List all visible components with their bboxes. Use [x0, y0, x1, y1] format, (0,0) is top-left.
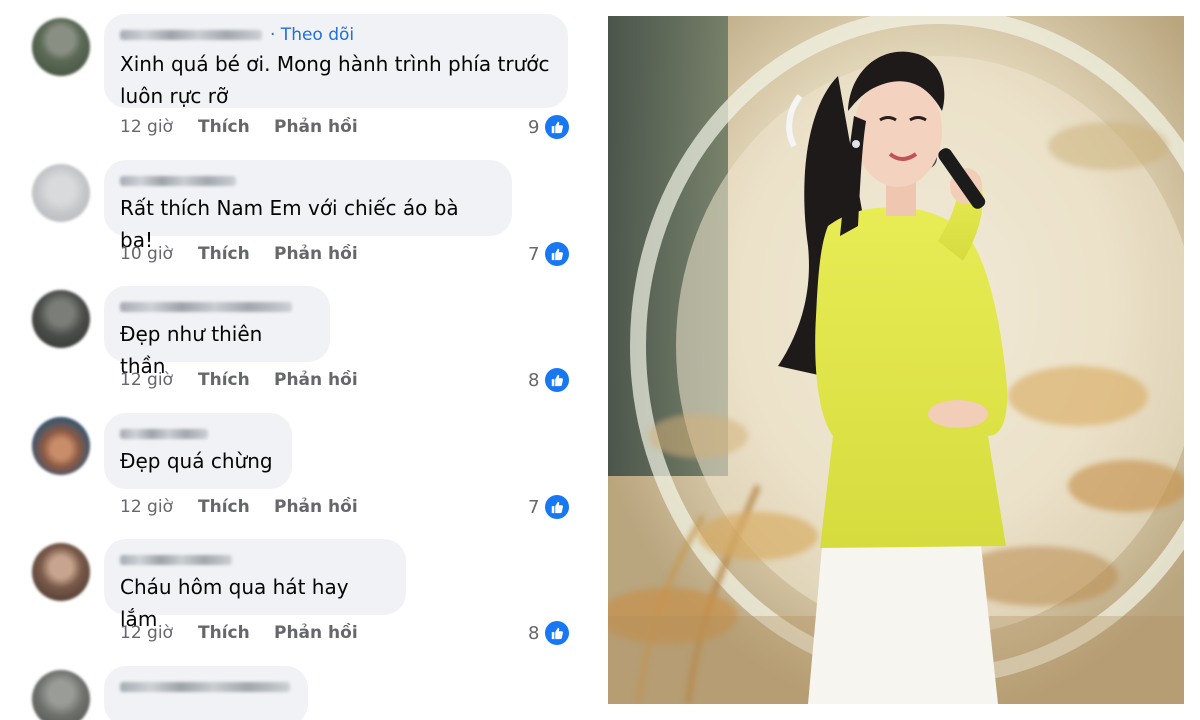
like-button[interactable]: Thích	[198, 244, 274, 264]
comment-text-line: Đẹp quá chừng	[120, 449, 273, 473]
reply-button[interactable]: Phản hồi	[274, 117, 358, 137]
reply-button[interactable]: Phản hồi	[274, 623, 358, 643]
comment-time[interactable]: 12 giờ	[120, 370, 198, 390]
comment-bubble	[104, 666, 308, 720]
commenter-name-redacted	[120, 555, 232, 565]
like-button[interactable]: Thích	[198, 370, 274, 390]
comment-bubble: Đẹp quá chừng	[104, 413, 292, 489]
thumbs-up-icon	[545, 621, 570, 645]
comment-bubble: Cháu hôm qua hát hay lắm	[104, 539, 406, 631]
avatar[interactable]	[32, 670, 90, 720]
comment-time[interactable]: 12 giờ	[120, 117, 198, 137]
comment-meta: 12 giờ Thích Phản hồi	[120, 368, 358, 392]
reaction-number: 9	[528, 116, 540, 138]
reaction-count[interactable]: 8	[528, 620, 570, 646]
thumbs-up-icon	[545, 495, 570, 519]
comment-meta: 12 giờ Thích Phản hồi	[120, 621, 358, 645]
reaction-count[interactable]: 7	[528, 494, 570, 520]
thumbs-up-icon	[545, 115, 570, 139]
reaction-number: 7	[528, 243, 540, 265]
avatar[interactable]	[32, 290, 90, 348]
thumbs-up-icon	[545, 242, 570, 266]
commenter-name-redacted	[120, 682, 290, 692]
comment-thread: · Theo dõi Xinh quá bé ơi. Mong hành trì…	[0, 0, 600, 720]
reaction-number: 8	[528, 622, 540, 644]
comment-time[interactable]: 10 giờ	[120, 244, 198, 264]
avatar[interactable]	[32, 543, 90, 601]
commenter-name-redacted	[120, 176, 236, 186]
like-button[interactable]: Thích	[198, 623, 274, 643]
reaction-number: 8	[528, 369, 540, 391]
reaction-count[interactable]: 9	[528, 114, 570, 140]
like-button[interactable]: Thích	[198, 497, 274, 517]
commenter-name-redacted	[120, 302, 292, 312]
reply-button[interactable]: Phản hồi	[274, 244, 358, 264]
comment-time[interactable]: 12 giờ	[120, 497, 198, 517]
comment-bubble: Đẹp như thiên thần	[104, 286, 330, 378]
avatar[interactable]	[32, 417, 90, 475]
commenter-name-redacted	[120, 429, 208, 439]
comment-time[interactable]: 12 giờ	[120, 623, 198, 643]
comment-text-line: luôn rực rỡ	[120, 84, 229, 108]
comment-bubble: · Theo dõi Xinh quá bé ơi. Mong hành trì…	[104, 14, 568, 108]
comment-meta: 10 giờ Thích Phản hồi	[120, 242, 358, 266]
comment-text: Đẹp quá chừng	[120, 445, 274, 477]
stage-photo	[608, 16, 1184, 704]
like-button[interactable]: Thích	[198, 117, 274, 137]
follow-link[interactable]: · Theo dõi	[270, 25, 354, 45]
reply-button[interactable]: Phản hồi	[274, 370, 358, 390]
reaction-count[interactable]: 8	[528, 367, 570, 393]
thumbs-up-icon	[545, 368, 570, 392]
comment-bubble: Rất thích Nam Em với chiếc áo bà ba!	[104, 160, 512, 252]
comment-text-line: Xinh quá bé ơi. Mong hành trình phía trư…	[120, 52, 550, 76]
avatar[interactable]	[32, 164, 90, 222]
reaction-count[interactable]: 7	[528, 241, 570, 267]
singer-on-stage-illustration	[608, 16, 1184, 704]
comment-meta: 12 giờ Thích Phản hồi	[120, 495, 358, 519]
commenter-name-redacted	[120, 30, 262, 40]
comment-text: Xinh quá bé ơi. Mong hành trình phía trư…	[120, 48, 550, 112]
reaction-number: 7	[528, 496, 540, 518]
comment-meta: 12 giờ Thích Phản hồi	[120, 115, 358, 139]
avatar[interactable]	[32, 18, 90, 76]
reply-button[interactable]: Phản hồi	[274, 497, 358, 517]
